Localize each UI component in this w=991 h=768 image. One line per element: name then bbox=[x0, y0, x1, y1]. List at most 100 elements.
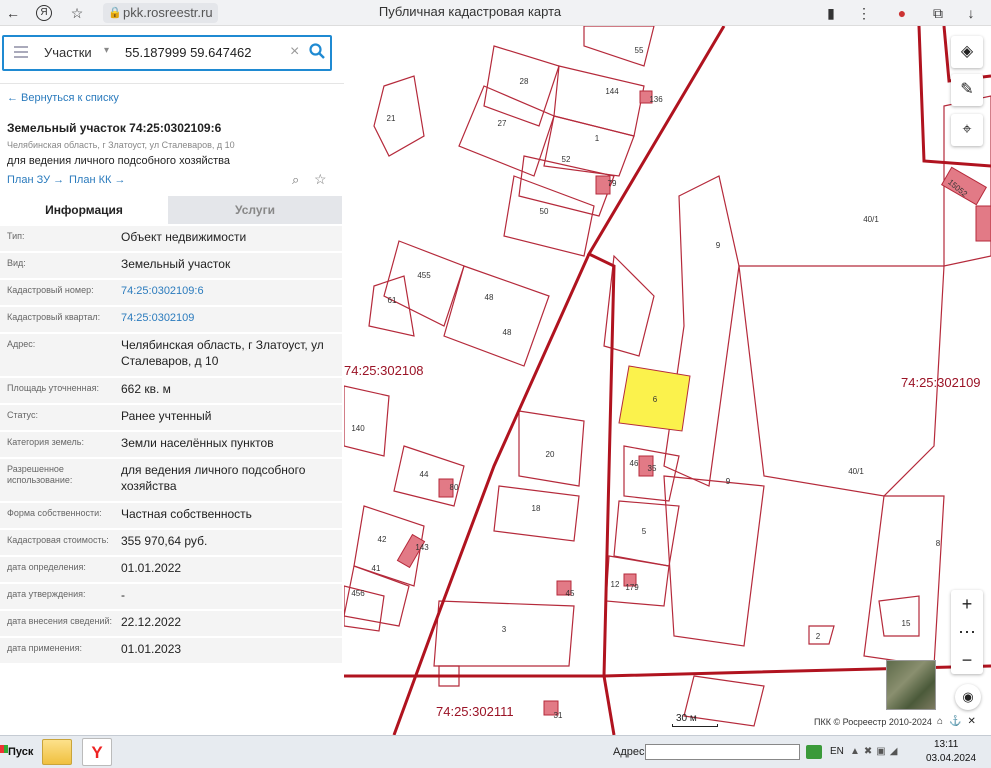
bookmark-icon[interactable]: ▮ bbox=[822, 4, 840, 22]
plan-kk-link[interactable]: План КК → bbox=[69, 174, 125, 186]
quarter-label: 74:25:302108 bbox=[344, 363, 424, 378]
star-icon[interactable]: ☆ bbox=[68, 4, 86, 22]
scale-bar bbox=[672, 724, 718, 727]
row-label: Кадастровый номер: bbox=[7, 285, 94, 295]
info-row-type: Тип: Объект недвижимости bbox=[0, 226, 342, 251]
menu-icon[interactable] bbox=[14, 46, 28, 61]
parcel-label: 456 bbox=[351, 589, 365, 598]
row-label: Статус: bbox=[7, 410, 38, 420]
parcel-label: 18 bbox=[532, 504, 541, 513]
basemap-switcher[interactable] bbox=[886, 660, 936, 710]
yandex-icon[interactable]: Я bbox=[36, 5, 52, 21]
quarter-label: 74:25:302109 bbox=[901, 375, 981, 390]
address-bar[interactable]: 🔒 pkk.rosreestr.ru bbox=[103, 3, 218, 23]
row-label: Разрешенное использование: bbox=[7, 464, 73, 485]
category-select[interactable]: Участки bbox=[44, 45, 92, 60]
map-footer-icons[interactable]: ⌂⚓✕ bbox=[937, 716, 982, 727]
parcel-140 bbox=[344, 385, 390, 457]
info-row-cadastral-quarter: Кадастровый квартал: 74:25:0302109 bbox=[0, 307, 342, 332]
favorite-star-icon[interactable]: ☆ bbox=[314, 171, 327, 188]
draw-tool-button[interactable]: ✎ bbox=[951, 74, 983, 106]
system-tray-icons[interactable]: ▲✖▣◢ bbox=[850, 746, 901, 757]
parcel-label: 2 bbox=[816, 632, 821, 641]
zoom-in-button[interactable]: + bbox=[951, 590, 983, 618]
locate-icon[interactable]: ◉ bbox=[955, 684, 981, 710]
lock-icon: 🔒 bbox=[108, 7, 122, 19]
parcel-27 bbox=[458, 85, 555, 177]
parcel-48 bbox=[443, 265, 550, 367]
quarter-label: 74:25:302111 bbox=[436, 704, 514, 719]
download-icon[interactable]: ↓ bbox=[962, 4, 980, 22]
parcel-label: 61 bbox=[388, 296, 397, 305]
parcel-55 bbox=[583, 26, 655, 67]
yandex-browser-icon[interactable]: Y bbox=[82, 738, 112, 766]
more-menu-icon[interactable]: ⋮ bbox=[855, 4, 873, 22]
parcel-label: 35 bbox=[648, 464, 657, 473]
tab-info[interactable]: Информация bbox=[0, 196, 168, 224]
row-label: Площадь уточненная: bbox=[7, 383, 99, 393]
parcel-label: 27 bbox=[498, 119, 507, 128]
info-row-land-category: Категория земель: Земли населённых пункт… bbox=[0, 432, 342, 457]
row-label: Адрес: bbox=[7, 339, 36, 349]
search-icon[interactable] bbox=[308, 42, 326, 60]
map-canvas[interactable]: 74:25:302108 74:25:302109 74:25:302111 5… bbox=[344, 26, 991, 735]
search-box: Участки ▾ 55.187999 59.647462 × bbox=[2, 35, 332, 71]
parcel-label: 50 bbox=[540, 207, 549, 216]
info-row-cadastral-number: Кадастровый номер: 74:25:0302109:6 bbox=[0, 280, 342, 305]
row-value: Ранее учтенный bbox=[121, 409, 212, 423]
language-indicator[interactable]: EN bbox=[830, 746, 844, 757]
parcel-label: 41 bbox=[372, 564, 381, 573]
search-input[interactable]: 55.187999 59.647462 bbox=[125, 45, 252, 60]
parcel-label: 179 bbox=[625, 583, 639, 592]
parcel-20 bbox=[518, 410, 585, 487]
row-label: Вид: bbox=[7, 258, 26, 268]
extensions-icon[interactable]: ⧉ bbox=[929, 4, 947, 22]
parcel-label: 48 bbox=[485, 293, 494, 302]
parcel-label: 45 bbox=[566, 589, 575, 598]
parcel-label: 55 bbox=[635, 46, 644, 55]
parcel-label: 40/1 bbox=[863, 215, 879, 224]
clock-time: 13:11 bbox=[934, 739, 959, 750]
info-row-kind: Вид: Земельный участок bbox=[0, 253, 342, 278]
zoom-out-button[interactable]: − bbox=[951, 646, 983, 674]
parcel-455 bbox=[383, 240, 465, 327]
folder-app-icon[interactable] bbox=[42, 739, 72, 765]
cadastral-number-link[interactable]: 74:25:0302109:6 bbox=[121, 283, 336, 299]
cadastral-map[interactable]: 74:25:302108 74:25:302109 74:25:302111 5… bbox=[344, 26, 991, 735]
row-value: для ведения личного подсобного хозяйства bbox=[121, 463, 306, 493]
row-label: Категория земель: bbox=[7, 437, 84, 447]
clear-icon[interactable]: × bbox=[290, 43, 299, 61]
info-row-permitted-use: Разрешенное использование: для ведения л… bbox=[0, 459, 342, 501]
plan-zu-link[interactable]: План ЗУ → bbox=[7, 174, 64, 186]
boundary-diagonal bbox=[392, 253, 591, 735]
parcel-9-bottom bbox=[663, 475, 765, 647]
go-icon[interactable] bbox=[806, 745, 822, 759]
parcel-label: 9 bbox=[726, 477, 731, 486]
browser-toolbar: ← Я ☆ 🔒 pkk.rosreestr.ru Публичная кадас… bbox=[0, 0, 991, 26]
zoom-controls: + ⋯ − bbox=[951, 590, 983, 674]
parcel-label: 1 bbox=[595, 134, 600, 143]
parcel-label: 12 bbox=[611, 580, 620, 589]
start-button[interactable]: Пуск bbox=[0, 739, 34, 765]
parcel-28 bbox=[483, 45, 560, 127]
tab-services[interactable]: Услуги bbox=[168, 196, 342, 224]
search-area-icon[interactable]: ⌕ bbox=[292, 172, 299, 188]
parcel-label: 140 bbox=[351, 424, 365, 433]
cadastral-quarter-link[interactable]: 74:25:0302109 bbox=[121, 310, 336, 326]
back-to-list-link[interactable]: ← Вернуться к списку bbox=[7, 92, 119, 104]
parcel-label: 52 bbox=[562, 155, 571, 164]
chevron-down-icon[interactable]: ▾ bbox=[104, 45, 109, 56]
info-row-ownership: Форма собственности: Частная собственнос… bbox=[0, 503, 342, 528]
taskbar-address-input[interactable] bbox=[645, 744, 800, 760]
zoom-more-button[interactable]: ⋯ bbox=[951, 618, 983, 646]
crosshair-button[interactable]: ⌖ bbox=[951, 114, 983, 146]
row-label: дата применения: bbox=[7, 643, 83, 653]
parcel-label: 80 bbox=[450, 483, 459, 492]
row-label: дата утверждения: bbox=[7, 589, 86, 599]
address-label: Адрес bbox=[613, 746, 645, 758]
layers-button[interactable]: ◈ bbox=[951, 36, 983, 68]
profile-icon[interactable]: ● bbox=[893, 4, 911, 22]
parcel-label: 44 bbox=[420, 470, 429, 479]
info-row-cadastral-value: Кадастровая стоимость: 355 970,64 руб. bbox=[0, 530, 342, 555]
back-arrow-icon[interactable]: ← bbox=[4, 4, 22, 22]
